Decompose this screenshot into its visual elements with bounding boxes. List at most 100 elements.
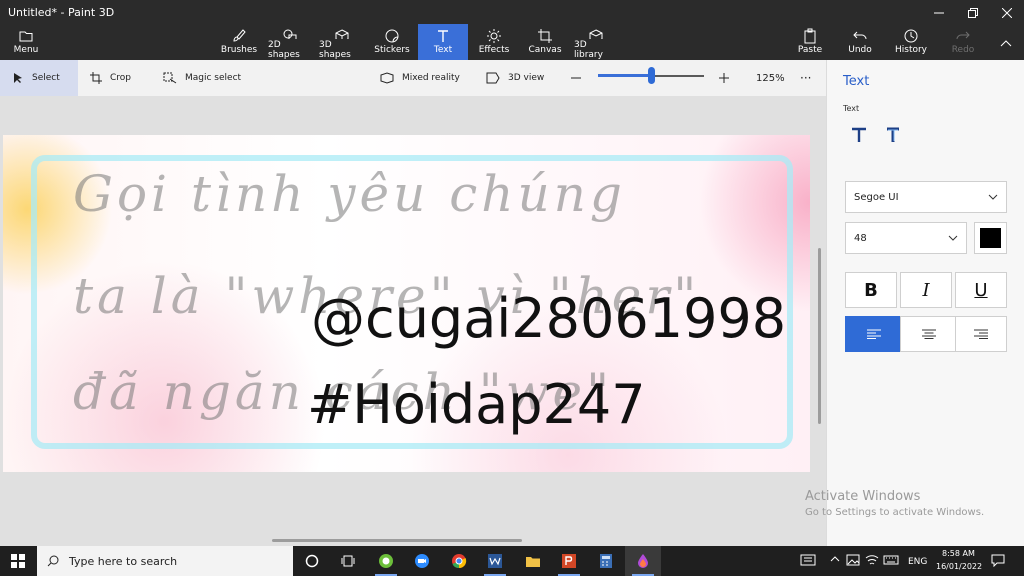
select-button[interactable]: Select [0, 60, 78, 96]
underline-button[interactable]: U [955, 272, 1007, 308]
minimize-icon [934, 12, 944, 14]
sun-icon [487, 29, 501, 43]
magic-select-button[interactable]: Magic select [163, 60, 241, 96]
tab-2d-shapes[interactable]: 2D shapes [268, 24, 312, 60]
collapse-ribbon-button[interactable] [989, 32, 1023, 54]
language-indicator[interactable]: ENG [908, 557, 927, 567]
taskbar-app-chrome[interactable] [441, 546, 477, 576]
canvas-icon [538, 29, 552, 43]
artboard[interactable]: Gọi tình yêu chúng ta là "where" vì "her… [3, 135, 810, 472]
overlay-text-handle: @cugai28061998 [311, 287, 787, 350]
tab-3d-library-label: 3D library [574, 40, 603, 60]
select-label: Select [32, 73, 60, 83]
zoom-slider-thumb[interactable] [648, 67, 655, 84]
more-options-button[interactable]: ··· [800, 60, 811, 96]
toolbar: Select Crop Magic select Mixed reality 3… [0, 60, 826, 97]
font-family-dropdown[interactable]: Segoe UI [845, 181, 1007, 213]
taskbar-app-green[interactable] [368, 546, 404, 576]
history-button[interactable]: History [895, 24, 927, 60]
start-button[interactable] [0, 546, 36, 576]
tab-brushes-label: Brushes [220, 45, 258, 55]
vertical-scrollbar[interactable] [818, 248, 821, 424]
chrome-icon [452, 554, 467, 569]
undo-icon [853, 31, 867, 40]
3d-text-button[interactable] [882, 124, 904, 146]
taskbar-app-powerpoint[interactable] [551, 546, 587, 576]
brush-icon [233, 29, 246, 42]
menu-button[interactable]: Menu [6, 24, 46, 60]
bold-button[interactable]: B [845, 272, 897, 308]
align-right-button[interactable] [955, 316, 1007, 352]
task-view-button[interactable] [330, 546, 366, 576]
3d-view-button[interactable]: 3D view [486, 60, 544, 96]
font-size-dropdown[interactable]: 48 [845, 222, 967, 254]
zoom-in-button[interactable] [718, 60, 738, 96]
sticker-icon [385, 29, 399, 43]
cortana-icon [305, 554, 319, 568]
file-explorer-icon [526, 557, 540, 567]
redo-button[interactable]: Redo [950, 24, 976, 60]
3d-text-icon [887, 127, 899, 142]
clock-date[interactable]: 16/01/2022 [936, 562, 982, 571]
calculator-icon [600, 554, 612, 568]
taskbar-app-zoom[interactable] [404, 546, 440, 576]
tab-3d-library[interactable]: 3D library [574, 24, 618, 60]
taskbar-app-paint3d[interactable] [625, 546, 661, 576]
align-left-icon [866, 329, 881, 339]
paste-button[interactable]: Paste [795, 24, 825, 60]
zoom-app-icon [415, 554, 429, 568]
paint3d-icon [638, 554, 648, 568]
overlay-text-hashtag: #Hoidap247 [307, 373, 646, 436]
magic-select-label: Magic select [185, 73, 242, 83]
2d-shapes-icon [283, 29, 297, 39]
taskbar-app-calculator[interactable] [588, 546, 624, 576]
taskbar-app-word[interactable] [477, 546, 513, 576]
history-label: History [894, 45, 928, 55]
tray-wifi[interactable] [865, 553, 879, 570]
tab-text[interactable]: Text [418, 24, 468, 60]
paste-label: Paste [797, 45, 823, 55]
tray-network-alt[interactable] [800, 553, 816, 570]
zoom-slider-fill [598, 74, 651, 77]
2d-text-icon [852, 127, 866, 142]
italic-button[interactable]: I [900, 272, 952, 308]
tab-effects-label: Effects [478, 45, 510, 55]
minimize-button[interactable] [922, 2, 956, 24]
cortana-button[interactable] [294, 546, 330, 576]
crop-button[interactable]: Crop [90, 60, 131, 96]
crop-label: Crop [110, 73, 132, 83]
text-color-button[interactable] [974, 222, 1007, 254]
tray-keyboard[interactable] [883, 553, 899, 570]
taskbar-search[interactable]: Type here to search [37, 546, 293, 576]
chevron-up-icon [1000, 40, 1012, 47]
2d-text-button[interactable] [848, 124, 870, 146]
horizontal-scrollbar[interactable] [272, 539, 522, 542]
tray-photos[interactable] [846, 553, 860, 570]
tab-canvas[interactable]: Canvas [526, 24, 564, 60]
tab-brushes[interactable]: Brushes [221, 24, 257, 60]
taskbar-app-explorer[interactable] [515, 546, 551, 576]
tray-show-hidden[interactable] [829, 553, 841, 568]
align-center-button[interactable] [900, 316, 957, 352]
maximize-button[interactable] [956, 2, 990, 24]
mixed-reality-label: Mixed reality [402, 73, 460, 83]
close-button[interactable] [990, 2, 1024, 24]
powerpoint-icon [562, 554, 576, 568]
mixed-reality-button[interactable]: Mixed reality [380, 60, 460, 96]
font-size-value: 48 [854, 232, 867, 244]
notifications-button[interactable] [991, 553, 1005, 570]
keyboard-icon [883, 555, 899, 565]
undo-button[interactable]: Undo [846, 24, 874, 60]
align-left-button[interactable] [845, 316, 902, 352]
zoom-level[interactable]: 125% [756, 60, 785, 96]
wifi-icon [865, 555, 879, 565]
window-title: Untitled* - Paint 3D [8, 6, 115, 19]
zoom-out-button[interactable] [570, 60, 590, 96]
tab-3d-shapes[interactable]: 3D shapes [319, 24, 365, 60]
restore-icon [968, 8, 978, 18]
magic-select-icon [163, 72, 177, 84]
tab-effects[interactable]: Effects [476, 24, 512, 60]
clock-time[interactable]: 8:58 AM [942, 549, 975, 558]
minus-icon [571, 77, 581, 79]
tab-stickers[interactable]: Stickers [373, 24, 411, 60]
